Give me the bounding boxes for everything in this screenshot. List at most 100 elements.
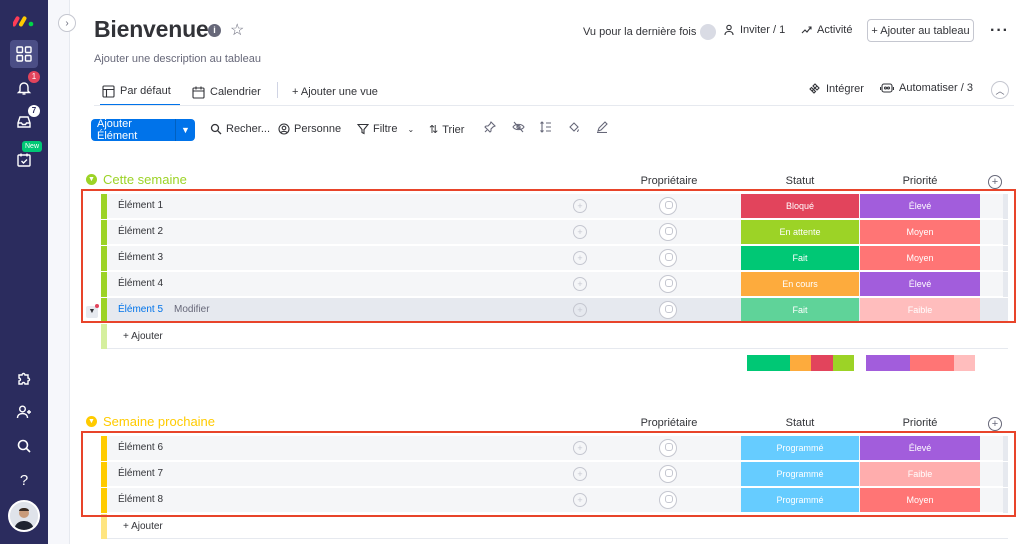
column-header-priority[interactable]: Priorité xyxy=(860,175,980,187)
priority-summary-bar[interactable] xyxy=(866,355,975,371)
notifications-badge: 1 xyxy=(28,71,40,83)
new-item-label: Ajouter Élément xyxy=(97,118,138,142)
workspace-grid-icon[interactable] xyxy=(10,40,38,68)
filter-chevron-down-icon[interactable]: ⌄ xyxy=(407,125,414,134)
automate-button[interactable]: Automatiser / 3 xyxy=(880,82,973,94)
help-icon[interactable]: ? xyxy=(10,466,38,494)
status-summary-bar[interactable] xyxy=(747,355,854,371)
add-item-row[interactable]: + Ajouter xyxy=(101,514,1008,539)
automate-label: Automatiser / 3 xyxy=(899,82,973,94)
pin-icon[interactable] xyxy=(482,121,498,136)
automation-robot-icon xyxy=(880,83,894,93)
summary-segment xyxy=(811,355,833,371)
integrate-button[interactable]: Intégrer xyxy=(808,82,864,95)
filter-funnel-icon xyxy=(357,123,369,135)
column-header-priority[interactable]: Priorité xyxy=(860,417,980,429)
left-rail: 1 7 New ? xyxy=(0,0,48,544)
summary-segment xyxy=(866,355,910,371)
monday-logo-icon[interactable] xyxy=(10,6,38,34)
add-column-plus-icon[interactable]: + xyxy=(988,417,1002,431)
search-button[interactable]: Recher... xyxy=(210,123,270,135)
summary-segment xyxy=(954,355,975,371)
group-title-label: Semaine prochaine xyxy=(103,414,216,429)
board-app: 1 7 New ? › Bienvenue i ☆ Ajouter une de… xyxy=(0,0,1024,544)
collapse-header-chevron-up-icon[interactable]: ︿ xyxy=(991,81,1009,99)
person-label: Personne xyxy=(294,123,342,135)
inbox-badge: 7 xyxy=(28,105,40,117)
new-item-button[interactable]: Ajouter Élément ▼ xyxy=(91,118,195,142)
group-title-this-week[interactable]: ▼ Cette semaine xyxy=(86,172,187,187)
tab-calendar[interactable]: Calendrier xyxy=(192,78,261,106)
sort-label: Trier xyxy=(442,123,465,136)
column-header-owner[interactable]: Propriétaire xyxy=(619,417,719,429)
inbox-icon[interactable]: 7 xyxy=(10,105,40,136)
new-badge: New xyxy=(22,141,43,152)
search-label: Recher... xyxy=(226,123,271,135)
collapsed-workspace-panel xyxy=(48,0,70,544)
add-view-button[interactable]: + Ajouter une vue xyxy=(292,78,378,106)
board-description[interactable]: Ajouter une description au tableau xyxy=(94,53,261,65)
filter-label: Filtre xyxy=(373,123,398,135)
last-seen[interactable]: Vu pour la dernière fois xyxy=(583,24,717,40)
tab-separator xyxy=(277,82,278,98)
invite-button[interactable]: Inviter / 1 xyxy=(724,24,785,36)
new-item-chevron-down-icon[interactable]: ▼ xyxy=(175,119,195,141)
add-item-label[interactable]: + Ajouter xyxy=(123,331,163,342)
tab-default-label: Par défaut xyxy=(120,85,171,97)
activity-trend-icon xyxy=(801,26,812,34)
highlight-box xyxy=(81,189,1016,323)
add-column-plus-icon[interactable]: + xyxy=(988,175,1002,189)
apps-puzzle-icon[interactable] xyxy=(10,364,38,392)
info-icon[interactable]: i xyxy=(208,24,221,37)
invite-members-icon[interactable] xyxy=(10,398,38,426)
integrate-plug-icon xyxy=(809,83,820,94)
group-collapse-chevron-down-icon[interactable]: ▼ xyxy=(86,416,97,427)
last-seen-label: Vu pour la dernière fois xyxy=(583,26,697,38)
row-height-icon[interactable] xyxy=(538,121,554,136)
last-seen-avatar xyxy=(700,24,717,40)
expand-panel-chevron-right-icon[interactable]: › xyxy=(58,14,76,32)
favorite-star-icon[interactable]: ☆ xyxy=(230,20,244,40)
group-collapse-chevron-down-icon[interactable]: ▼ xyxy=(86,174,97,185)
activity-button[interactable]: Activité xyxy=(801,24,852,36)
column-header-status[interactable]: Statut xyxy=(741,175,859,187)
tab-default-view[interactable]: Par défaut xyxy=(100,78,180,106)
notifications-bell-icon[interactable]: 1 xyxy=(10,71,40,102)
highlight-box xyxy=(81,431,1016,517)
sort-arrows-icon: ⇅ xyxy=(429,124,439,136)
more-options-icon[interactable]: ··· xyxy=(990,22,1009,40)
tab-calendar-label: Calendrier xyxy=(210,86,261,98)
activity-label: Activité xyxy=(817,24,853,36)
format-pen-icon[interactable] xyxy=(594,121,610,136)
group-title-label: Cette semaine xyxy=(103,172,187,187)
add-item-row[interactable]: + Ajouter xyxy=(101,324,1008,349)
hide-eye-icon[interactable] xyxy=(510,121,526,136)
board-title[interactable]: Bienvenue xyxy=(94,16,209,43)
add-to-board-button[interactable]: + Ajouter au tableau xyxy=(867,19,974,42)
person-filter-button[interactable]: Personne xyxy=(278,123,341,135)
add-item-label[interactable]: + Ajouter xyxy=(123,521,163,532)
user-avatar[interactable] xyxy=(8,500,40,532)
color-bucket-icon[interactable] xyxy=(566,121,582,136)
my-work-icon[interactable]: New xyxy=(10,141,43,174)
filter-button[interactable]: Filtre ⌄ xyxy=(357,123,414,135)
summary-segment xyxy=(833,355,854,371)
group-color-bar xyxy=(101,514,107,539)
search-icon xyxy=(210,123,222,135)
group-title-next-week[interactable]: ▼ Semaine prochaine xyxy=(86,414,215,429)
person-icon xyxy=(724,24,734,36)
table-view-icon xyxy=(102,84,115,98)
tabs-divider xyxy=(94,105,1014,106)
group-color-bar xyxy=(101,324,107,349)
column-header-status[interactable]: Statut xyxy=(741,417,859,429)
summary-segment xyxy=(910,355,954,371)
calendar-icon xyxy=(192,86,205,99)
summary-segment xyxy=(747,355,790,371)
sort-button[interactable]: ⇅ Trier xyxy=(429,123,465,137)
summary-segment xyxy=(790,355,811,371)
person-circle-icon xyxy=(278,123,290,135)
search-icon[interactable] xyxy=(10,432,38,460)
invite-label: Inviter / 1 xyxy=(740,24,786,36)
column-header-owner[interactable]: Propriétaire xyxy=(619,175,719,187)
integrate-label: Intégrer xyxy=(826,82,864,95)
